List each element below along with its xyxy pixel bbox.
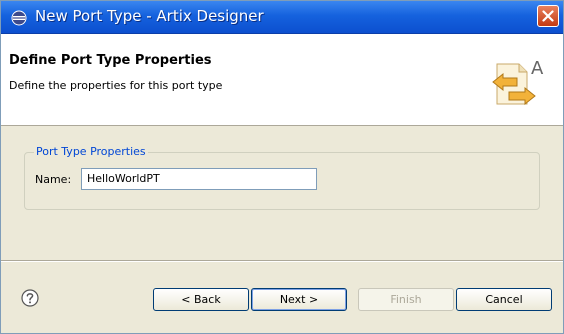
wizard-content: Port Type Properties Name: HelloWorldPT	[1, 126, 563, 260]
wizard-icon-letter: A	[531, 58, 544, 79]
wizard-header: Define Port Type Properties Define the p…	[1, 34, 563, 126]
group-legend: Port Type Properties	[34, 145, 148, 158]
window-title: New Port Type - Artix Designer	[35, 7, 264, 25]
port-type-properties-group: Port Type Properties Name: HelloWorldPT	[24, 145, 540, 210]
close-button[interactable]	[537, 5, 559, 27]
title-bar[interactable]: New Port Type - Artix Designer	[1, 1, 563, 34]
port-type-wizard-icon: A	[492, 58, 544, 106]
finish-button[interactable]: Finish	[358, 288, 454, 311]
eclipse-icon	[11, 10, 27, 26]
next-button[interactable]: Next >	[251, 288, 347, 311]
name-label: Name:	[35, 173, 72, 186]
page-title: Define Port Type Properties	[9, 53, 212, 68]
close-icon	[542, 10, 554, 22]
cancel-button[interactable]: Cancel	[456, 288, 552, 311]
dialog-window: New Port Type - Artix Designer Define Po…	[0, 0, 564, 334]
name-field[interactable]: HelloWorldPT	[81, 168, 317, 190]
page-description: Define the properties for this port type	[9, 79, 223, 92]
help-icon[interactable]	[21, 289, 39, 307]
back-button[interactable]: < Back	[153, 288, 249, 311]
footer-separator	[1, 260, 563, 262]
